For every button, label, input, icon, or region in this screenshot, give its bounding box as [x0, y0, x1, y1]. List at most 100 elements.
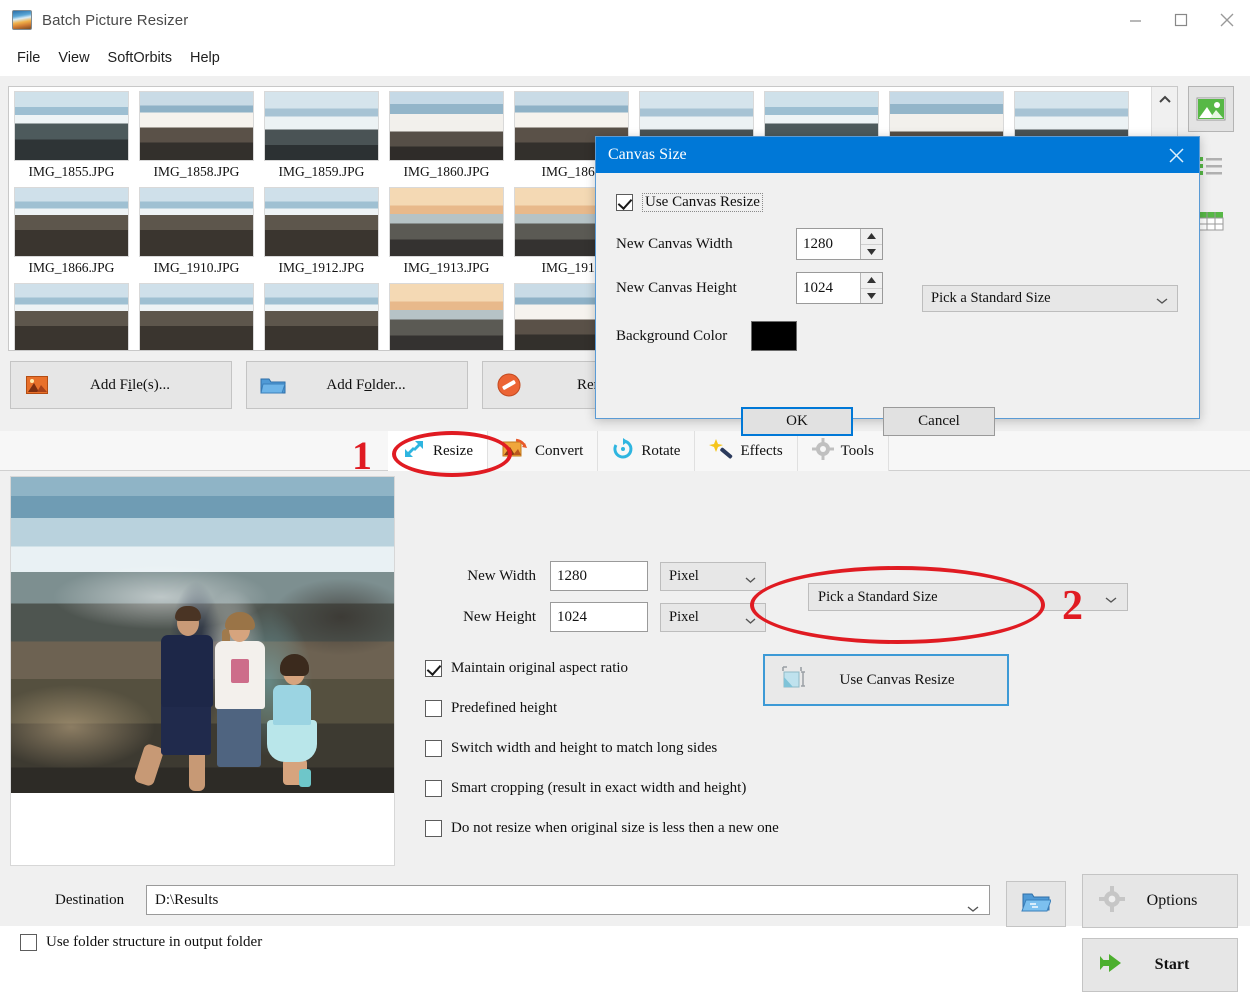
list-item[interactable] — [9, 279, 134, 350]
menu-item-softorbits[interactable]: SoftOrbits — [99, 47, 181, 69]
gear-icon — [811, 437, 834, 465]
thumbnail-image — [139, 283, 254, 350]
canvas-width-input[interactable] — [797, 229, 860, 259]
list-item[interactable]: IMG_1912.JPG — [259, 183, 384, 279]
annotation-step-2: 2 — [1062, 583, 1083, 629]
gear-icon — [1099, 885, 1129, 917]
list-item[interactable] — [384, 279, 509, 350]
scroll-up-icon[interactable] — [1152, 87, 1177, 113]
image-preview — [10, 476, 395, 866]
spinner-up-icon[interactable] — [861, 273, 882, 289]
list-item[interactable]: IMG_1913.JPG — [384, 183, 509, 279]
use-canvas-resize-button[interactable]: Use Canvas Resize — [763, 654, 1009, 706]
add-files-button[interactable]: Add File(s)... — [10, 361, 232, 409]
canvas-height-spinner[interactable] — [796, 272, 883, 304]
checkbox[interactable] — [616, 194, 633, 211]
dialog-canvas-width-label: New Canvas Width — [616, 235, 733, 252]
thumbnail-image — [389, 187, 504, 257]
list-item[interactable]: IMG_1860.JPG — [384, 87, 509, 183]
menu-item-file[interactable]: File — [8, 47, 49, 69]
thumbnail-image — [139, 187, 254, 257]
option-label: Maintain original aspect ratio — [451, 659, 629, 676]
preview-photo — [11, 477, 394, 793]
checkbox[interactable] — [425, 659, 442, 677]
minimize-button[interactable] — [1112, 0, 1158, 40]
checkbox[interactable] — [425, 819, 442, 837]
checkbox[interactable] — [425, 779, 442, 797]
new-width-unit-select[interactable]: Pixel — [660, 561, 766, 591]
thumbnail-caption: IMG_1860.JPG — [403, 164, 490, 179]
annotation-step-1: 1 — [352, 433, 372, 478]
dialog-cancel-button[interactable]: Cancel — [883, 407, 995, 436]
maximize-button[interactable] — [1158, 0, 1204, 40]
dialog-ok-button[interactable]: OK — [741, 407, 853, 436]
browse-folder-button[interactable] — [1006, 881, 1066, 927]
thumbnail-caption: IMG_1910.JPG — [153, 260, 240, 275]
thumbnail-image — [14, 187, 129, 257]
option-maintain-aspect-ratio[interactable]: Maintain original aspect ratio — [425, 648, 779, 688]
list-item[interactable] — [134, 279, 259, 350]
resize-options-group: Maintain original aspect ratio Predefine… — [425, 648, 779, 848]
chevron-down-icon — [1156, 293, 1168, 310]
option-smart-cropping[interactable]: Smart cropping (result in exact width an… — [425, 768, 779, 808]
dialog-canvas-height-row: New Canvas Height — [616, 272, 883, 304]
new-width-input[interactable] — [550, 561, 648, 591]
menu-item-help[interactable]: Help — [181, 47, 229, 69]
checkbox[interactable] — [20, 934, 37, 951]
destination-input[interactable]: D:\Results — [146, 885, 990, 915]
checkbox[interactable] — [425, 739, 442, 757]
thumbnail-caption: IMG_1866.JPG — [28, 260, 115, 275]
start-label: Start — [1154, 956, 1190, 973]
tab-rotate[interactable]: Rotate — [598, 431, 696, 471]
thumbnail-image — [139, 91, 254, 161]
options-button[interactable]: Options — [1082, 874, 1238, 928]
canvas-height-input[interactable] — [797, 273, 860, 303]
thumbnail-image — [14, 91, 129, 161]
add-folder-button[interactable]: Add Folder... — [246, 361, 468, 409]
chevron-down-icon — [967, 895, 979, 923]
new-height-unit-value: Pixel — [669, 608, 699, 625]
option-predefined-height[interactable]: Predefined height — [425, 688, 779, 728]
new-height-input[interactable] — [550, 602, 648, 632]
chevron-down-icon — [745, 572, 756, 589]
option-label: Switch width and height to match long si… — [451, 739, 718, 756]
chevron-down-icon — [1105, 592, 1117, 609]
dialog-use-canvas-resize-option[interactable]: Use Canvas Resize — [616, 193, 763, 212]
spinner-up-icon[interactable] — [861, 229, 882, 245]
option-use-folder-structure[interactable]: Use folder structure in output folder — [20, 934, 262, 951]
background-color-swatch[interactable] — [751, 321, 797, 351]
thumbnail-image — [14, 283, 129, 350]
dialog-close-button[interactable] — [1153, 137, 1199, 173]
thumbnail-view-icon[interactable] — [1188, 86, 1234, 132]
dialog-standard-size-select[interactable]: Pick a Standard Size — [922, 285, 1178, 312]
option-do-not-resize-smaller[interactable]: Do not resize when original size is less… — [425, 808, 779, 848]
tab-tools-label: Tools — [840, 442, 874, 459]
dialog-body: Use Canvas Resize New Canvas Width New C… — [596, 173, 1199, 436]
close-button[interactable] — [1204, 0, 1250, 40]
start-button[interactable]: Start — [1082, 938, 1238, 992]
tab-effects[interactable]: Effects — [695, 431, 798, 471]
new-height-label: New Height — [463, 608, 536, 625]
annotation-ellipse-canvas-button — [750, 566, 1045, 644]
destination-label: Destination — [55, 892, 125, 908]
menu-item-view[interactable]: View — [49, 47, 98, 69]
tab-tools[interactable]: Tools — [797, 431, 889, 471]
tab-rotate-label: Rotate — [641, 442, 681, 459]
canvas-width-spinner[interactable] — [796, 228, 883, 260]
thumbnail-caption: IMG_1855.JPG — [28, 164, 115, 179]
checkbox[interactable] — [425, 699, 442, 717]
list-item[interactable]: IMG_1910.JPG — [134, 183, 259, 279]
new-width-label: New Width — [467, 567, 536, 584]
option-switch-width-height[interactable]: Switch width and height to match long si… — [425, 728, 779, 768]
option-label: Smart cropping (result in exact width an… — [451, 779, 747, 796]
list-item[interactable]: IMG_1866.JPG — [9, 183, 134, 279]
list-item[interactable]: IMG_1858.JPG — [134, 87, 259, 183]
start-arrow-icon — [1099, 951, 1129, 980]
list-item[interactable]: IMG_1855.JPG — [9, 87, 134, 183]
spinner-down-icon[interactable] — [861, 288, 882, 303]
list-item[interactable]: IMG_1859.JPG — [259, 87, 384, 183]
spinner-down-icon[interactable] — [861, 244, 882, 259]
open-folder-icon — [1021, 890, 1052, 919]
list-item[interactable] — [259, 279, 384, 350]
magic-wand-icon — [709, 438, 733, 465]
